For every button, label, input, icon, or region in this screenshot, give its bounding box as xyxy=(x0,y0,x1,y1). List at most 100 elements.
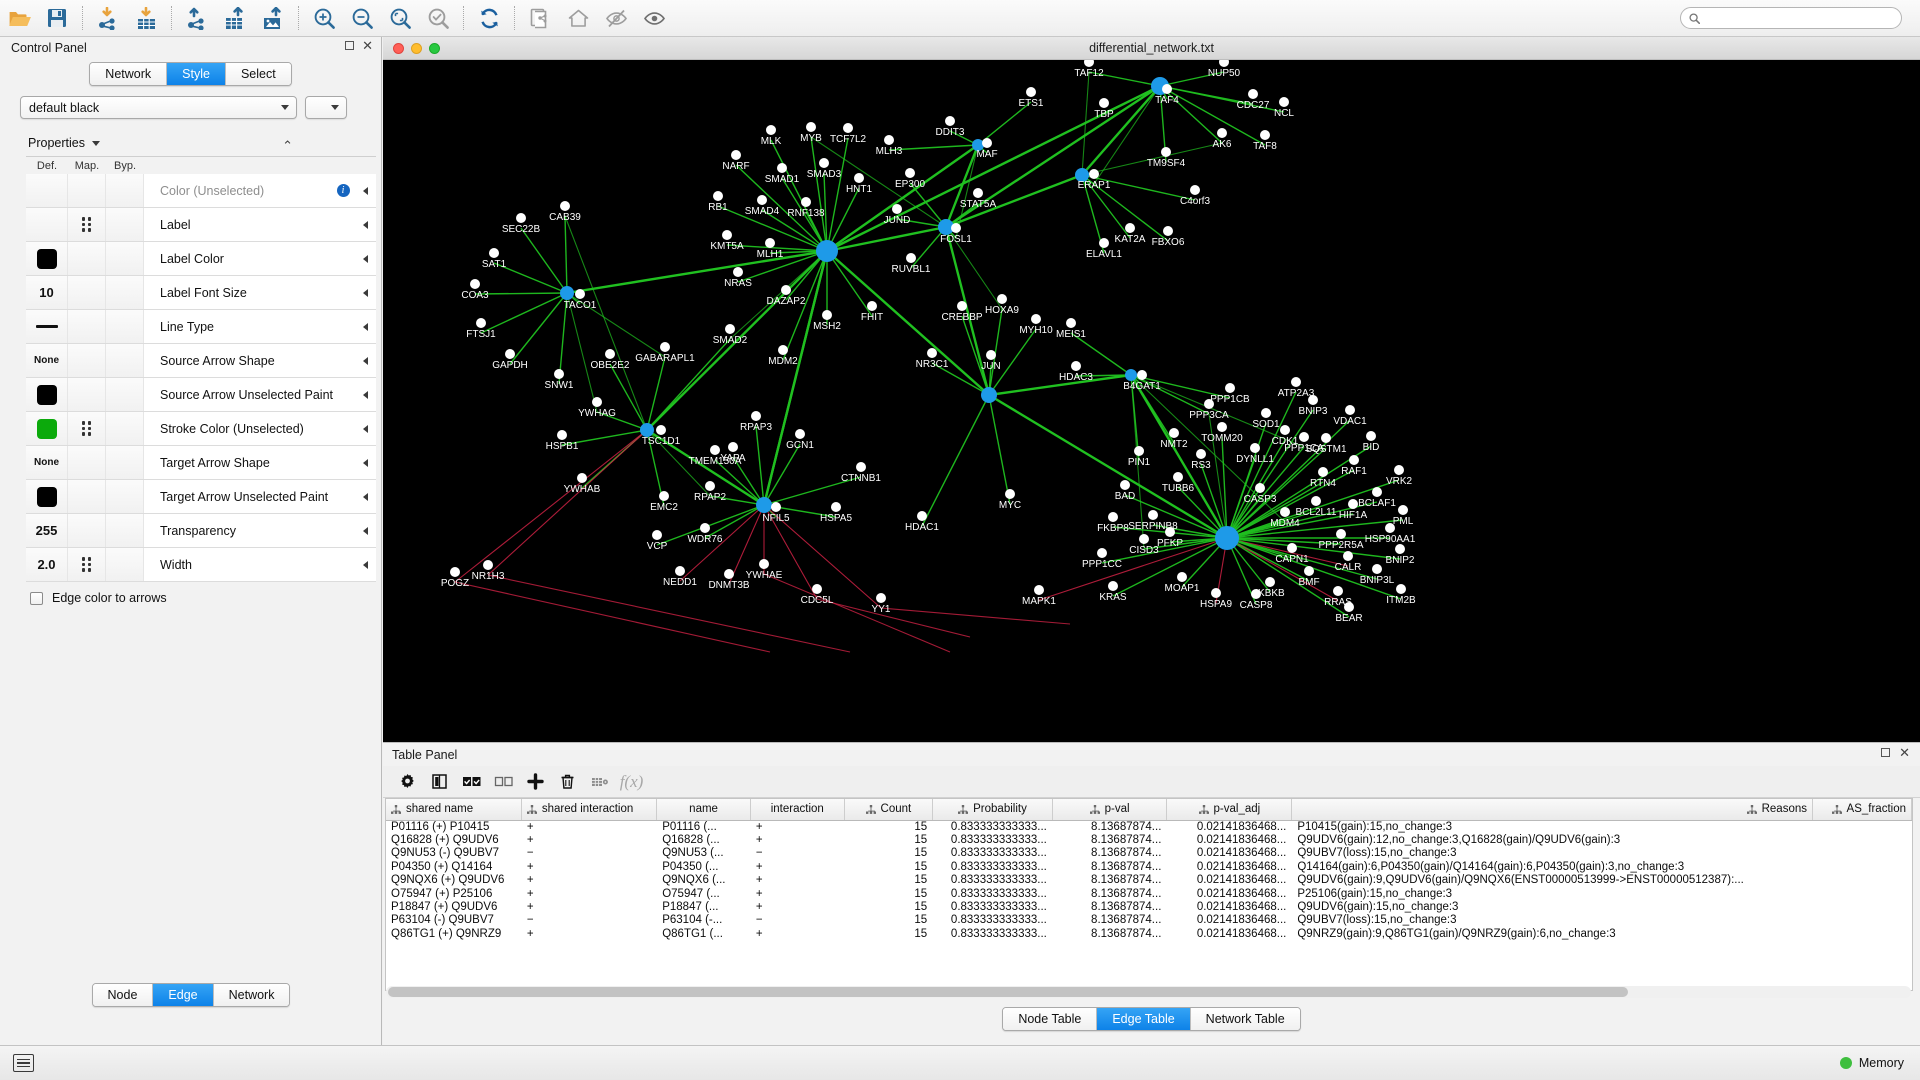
graph-node[interactable] xyxy=(1396,584,1406,594)
graph-node[interactable] xyxy=(1321,433,1331,443)
graph-node[interactable] xyxy=(1196,449,1206,459)
line-style-preview[interactable] xyxy=(35,325,58,328)
split-view-icon[interactable] xyxy=(426,769,453,794)
table-cell[interactable]: + xyxy=(750,874,844,887)
graph-node[interactable] xyxy=(1211,588,1221,598)
graph-node[interactable] xyxy=(759,559,769,569)
graph-node[interactable] xyxy=(1148,510,1158,520)
table-cell[interactable]: P04350 (+) Q14164 xyxy=(386,860,521,873)
tab-edge[interactable]: Edge xyxy=(153,984,214,1006)
graph-node[interactable] xyxy=(1348,499,1358,509)
table-settings-icon[interactable] xyxy=(586,769,613,794)
graph-node[interactable] xyxy=(652,530,662,540)
table-cell[interactable]: P04350 (... xyxy=(657,860,751,873)
graph-node[interactable] xyxy=(1345,405,1355,415)
property-mapping-cell[interactable] xyxy=(68,412,106,445)
graph-node[interactable] xyxy=(1394,465,1404,475)
table-cell[interactable]: + xyxy=(750,833,844,846)
graph-node[interactable] xyxy=(1165,527,1175,537)
table-cell[interactable]: 0.02141836468... xyxy=(1167,874,1292,887)
table-cell[interactable] xyxy=(1812,833,1911,846)
graph-node[interactable] xyxy=(1177,572,1187,582)
graph-node[interactable] xyxy=(1279,97,1289,107)
home-icon[interactable] xyxy=(559,3,597,34)
style-property-row[interactable]: Stroke Color (Unselected) xyxy=(26,412,376,446)
graph-node[interactable] xyxy=(892,204,902,214)
table-cell[interactable]: P18847 (+) Q9UDV6 xyxy=(386,900,521,913)
table-cell[interactable]: Q9UBV7(loss):15,no_change:3 xyxy=(1292,847,1813,860)
table-column-header[interactable]: AS_fraction xyxy=(1812,799,1912,821)
table-cell[interactable]: 15 xyxy=(844,914,933,927)
graph-node[interactable] xyxy=(675,566,685,576)
network-canvas[interactable]: TAF12 NUP50 ETS1 TBP TAF4 CDC27 NCL AK6 TAF8 TM9S… xyxy=(383,60,1920,742)
property-value[interactable]: 255 xyxy=(36,523,58,538)
style-property-row[interactable]: Color (Unselected) i xyxy=(26,174,376,208)
graph-node[interactable] xyxy=(927,348,937,358)
property-default-cell[interactable] xyxy=(26,310,68,343)
graph-node[interactable] xyxy=(973,188,983,198)
table-row[interactable]: P01116 (+) P10415 + P01116 (... +15 0.833333… xyxy=(386,820,1912,833)
table-row[interactable]: P04350 (+) Q14164 + P04350 (... +15 0.833333… xyxy=(386,860,1912,873)
table-cell[interactable]: 8.13687874... xyxy=(1052,847,1167,860)
graph-node[interactable] xyxy=(1349,455,1359,465)
table-cell[interactable]: 0.02141836468... xyxy=(1167,820,1292,833)
table-cell[interactable]: 15 xyxy=(844,820,933,833)
graph-node[interactable] xyxy=(1163,226,1173,236)
expand-arrow-icon[interactable] xyxy=(354,458,376,467)
graph-node[interactable] xyxy=(1333,586,1343,596)
graph-node[interactable] xyxy=(1139,534,1149,544)
table-row[interactable]: Q16828 (+) Q9UDV6 + Q16828 (... +15 0.833333… xyxy=(386,833,1912,846)
graph-node[interactable] xyxy=(1311,496,1321,506)
table-cell[interactable] xyxy=(1812,860,1911,873)
graph-node[interactable] xyxy=(1031,314,1041,324)
expand-arrow-icon[interactable] xyxy=(354,526,376,535)
table-cell[interactable]: 15 xyxy=(844,900,933,913)
table-cell[interactable]: P01116 (... xyxy=(657,820,751,833)
property-mapping-cell[interactable] xyxy=(68,174,106,207)
search-input[interactable] xyxy=(1680,7,1902,29)
search-field[interactable] xyxy=(1704,12,1893,24)
minimize-window-icon[interactable] xyxy=(411,43,422,54)
table-cell[interactable]: − xyxy=(521,914,656,927)
table-cell[interactable]: Q86TG1 (+) Q9NRZ9 xyxy=(386,927,521,940)
property-bypass-cell[interactable] xyxy=(106,412,144,445)
table-column-header[interactable]: p-val_adj xyxy=(1166,799,1293,821)
expand-arrow-icon[interactable] xyxy=(354,322,376,331)
tab-style[interactable]: Style xyxy=(167,63,226,85)
table-cell[interactable]: Q9UDV6(gain):9,Q9UDV6(gain)/Q9NQX6(ENST0… xyxy=(1292,874,1813,887)
table-cell[interactable]: 8.13687874... xyxy=(1052,874,1167,887)
property-default-cell[interactable]: None xyxy=(26,344,68,377)
property-mapping-cell[interactable] xyxy=(68,514,106,547)
graph-node[interactable] xyxy=(1125,223,1135,233)
graph-node[interactable] xyxy=(1099,98,1109,108)
graph-node[interactable] xyxy=(917,511,927,521)
expand-arrow-icon[interactable] xyxy=(354,560,376,569)
graph-node[interactable] xyxy=(1395,544,1405,554)
table-cell[interactable]: 15 xyxy=(844,860,933,873)
graph-node[interactable] xyxy=(1162,84,1172,94)
property-bypass-cell[interactable] xyxy=(106,242,144,275)
graph-node[interactable] xyxy=(905,168,915,178)
graph-node[interactable] xyxy=(713,191,723,201)
property-value[interactable]: 10 xyxy=(39,285,53,300)
graph-node[interactable] xyxy=(1255,483,1265,493)
table-cell[interactable]: 0.833333333333... xyxy=(933,860,1053,873)
graph-node[interactable] xyxy=(1299,432,1309,442)
table-cell[interactable]: 0.02141836468... xyxy=(1167,860,1292,873)
property-mapping-cell[interactable] xyxy=(68,344,106,377)
maximize-icon[interactable] xyxy=(1881,748,1891,757)
chevron-down-icon[interactable] xyxy=(91,140,100,146)
expand-arrow-icon[interactable] xyxy=(354,186,376,195)
table-cell[interactable]: Q16828 (... xyxy=(657,833,751,846)
graph-node[interactable] xyxy=(1366,431,1376,441)
table-cell[interactable]: P10415(gain):15,no_change:3 xyxy=(1292,820,1813,833)
style-property-row[interactable]: Label xyxy=(26,208,376,242)
property-default-cell[interactable]: None xyxy=(26,446,68,479)
graph-node[interactable] xyxy=(1137,370,1147,380)
table-cell[interactable]: 15 xyxy=(844,927,933,940)
graph-node[interactable] xyxy=(1173,472,1183,482)
table-column-header[interactable]: shared interaction xyxy=(521,799,658,821)
table-cell[interactable] xyxy=(1812,900,1911,913)
open-folder-icon[interactable] xyxy=(0,3,38,34)
property-default-cell[interactable] xyxy=(26,242,68,275)
